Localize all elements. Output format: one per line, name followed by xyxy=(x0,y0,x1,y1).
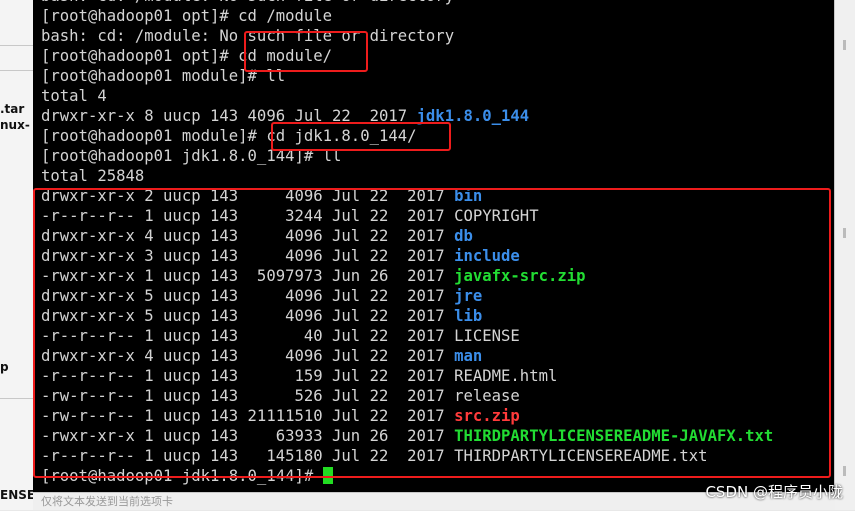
left-fragment: ENSE xyxy=(0,488,34,502)
divider xyxy=(0,398,33,399)
watermark: CSDN @程序员小陇 xyxy=(705,483,843,501)
line-text: bash: cd: /module: No such file or direc… xyxy=(41,0,454,5)
highlight-listing xyxy=(33,188,831,478)
terminal-line: bash: cd: /module: No such file or direc… xyxy=(41,26,773,46)
terminal-window[interactable]: bash: cd: /module: No such file or direc… xyxy=(33,0,835,492)
left-fragment: p xyxy=(0,360,9,374)
left-fragment: nux- xyxy=(0,118,30,132)
right-side-panel xyxy=(834,0,855,510)
scroll-marker xyxy=(843,40,846,50)
line-text: total 25848 xyxy=(41,167,145,185)
terminal-line: total 4 xyxy=(41,86,773,106)
scroll-marker xyxy=(843,466,846,476)
send-text-label: 仅将文本发送到当前选项卡 xyxy=(41,495,173,508)
terminal-line: total 25848 xyxy=(41,166,773,186)
divider xyxy=(0,70,33,71)
terminal-line: [root@hadoop01 module]# ll xyxy=(41,66,773,86)
highlight-cd-jdk xyxy=(271,122,451,151)
terminal-line: [root@hadoop01 opt]# cd module/ xyxy=(41,46,773,66)
left-side-panel: .tar nux- p ENSE xyxy=(0,0,34,510)
highlight-cd-module xyxy=(244,31,368,72)
scroll-marker xyxy=(843,228,846,238)
left-fragment: .tar xyxy=(0,102,25,116)
line-text: total 4 xyxy=(41,87,107,105)
divider xyxy=(0,45,33,46)
terminal-line: [root@hadoop01 opt]# cd /module xyxy=(41,6,773,26)
line-text: [root@hadoop01 opt]# cd /module xyxy=(41,7,333,25)
